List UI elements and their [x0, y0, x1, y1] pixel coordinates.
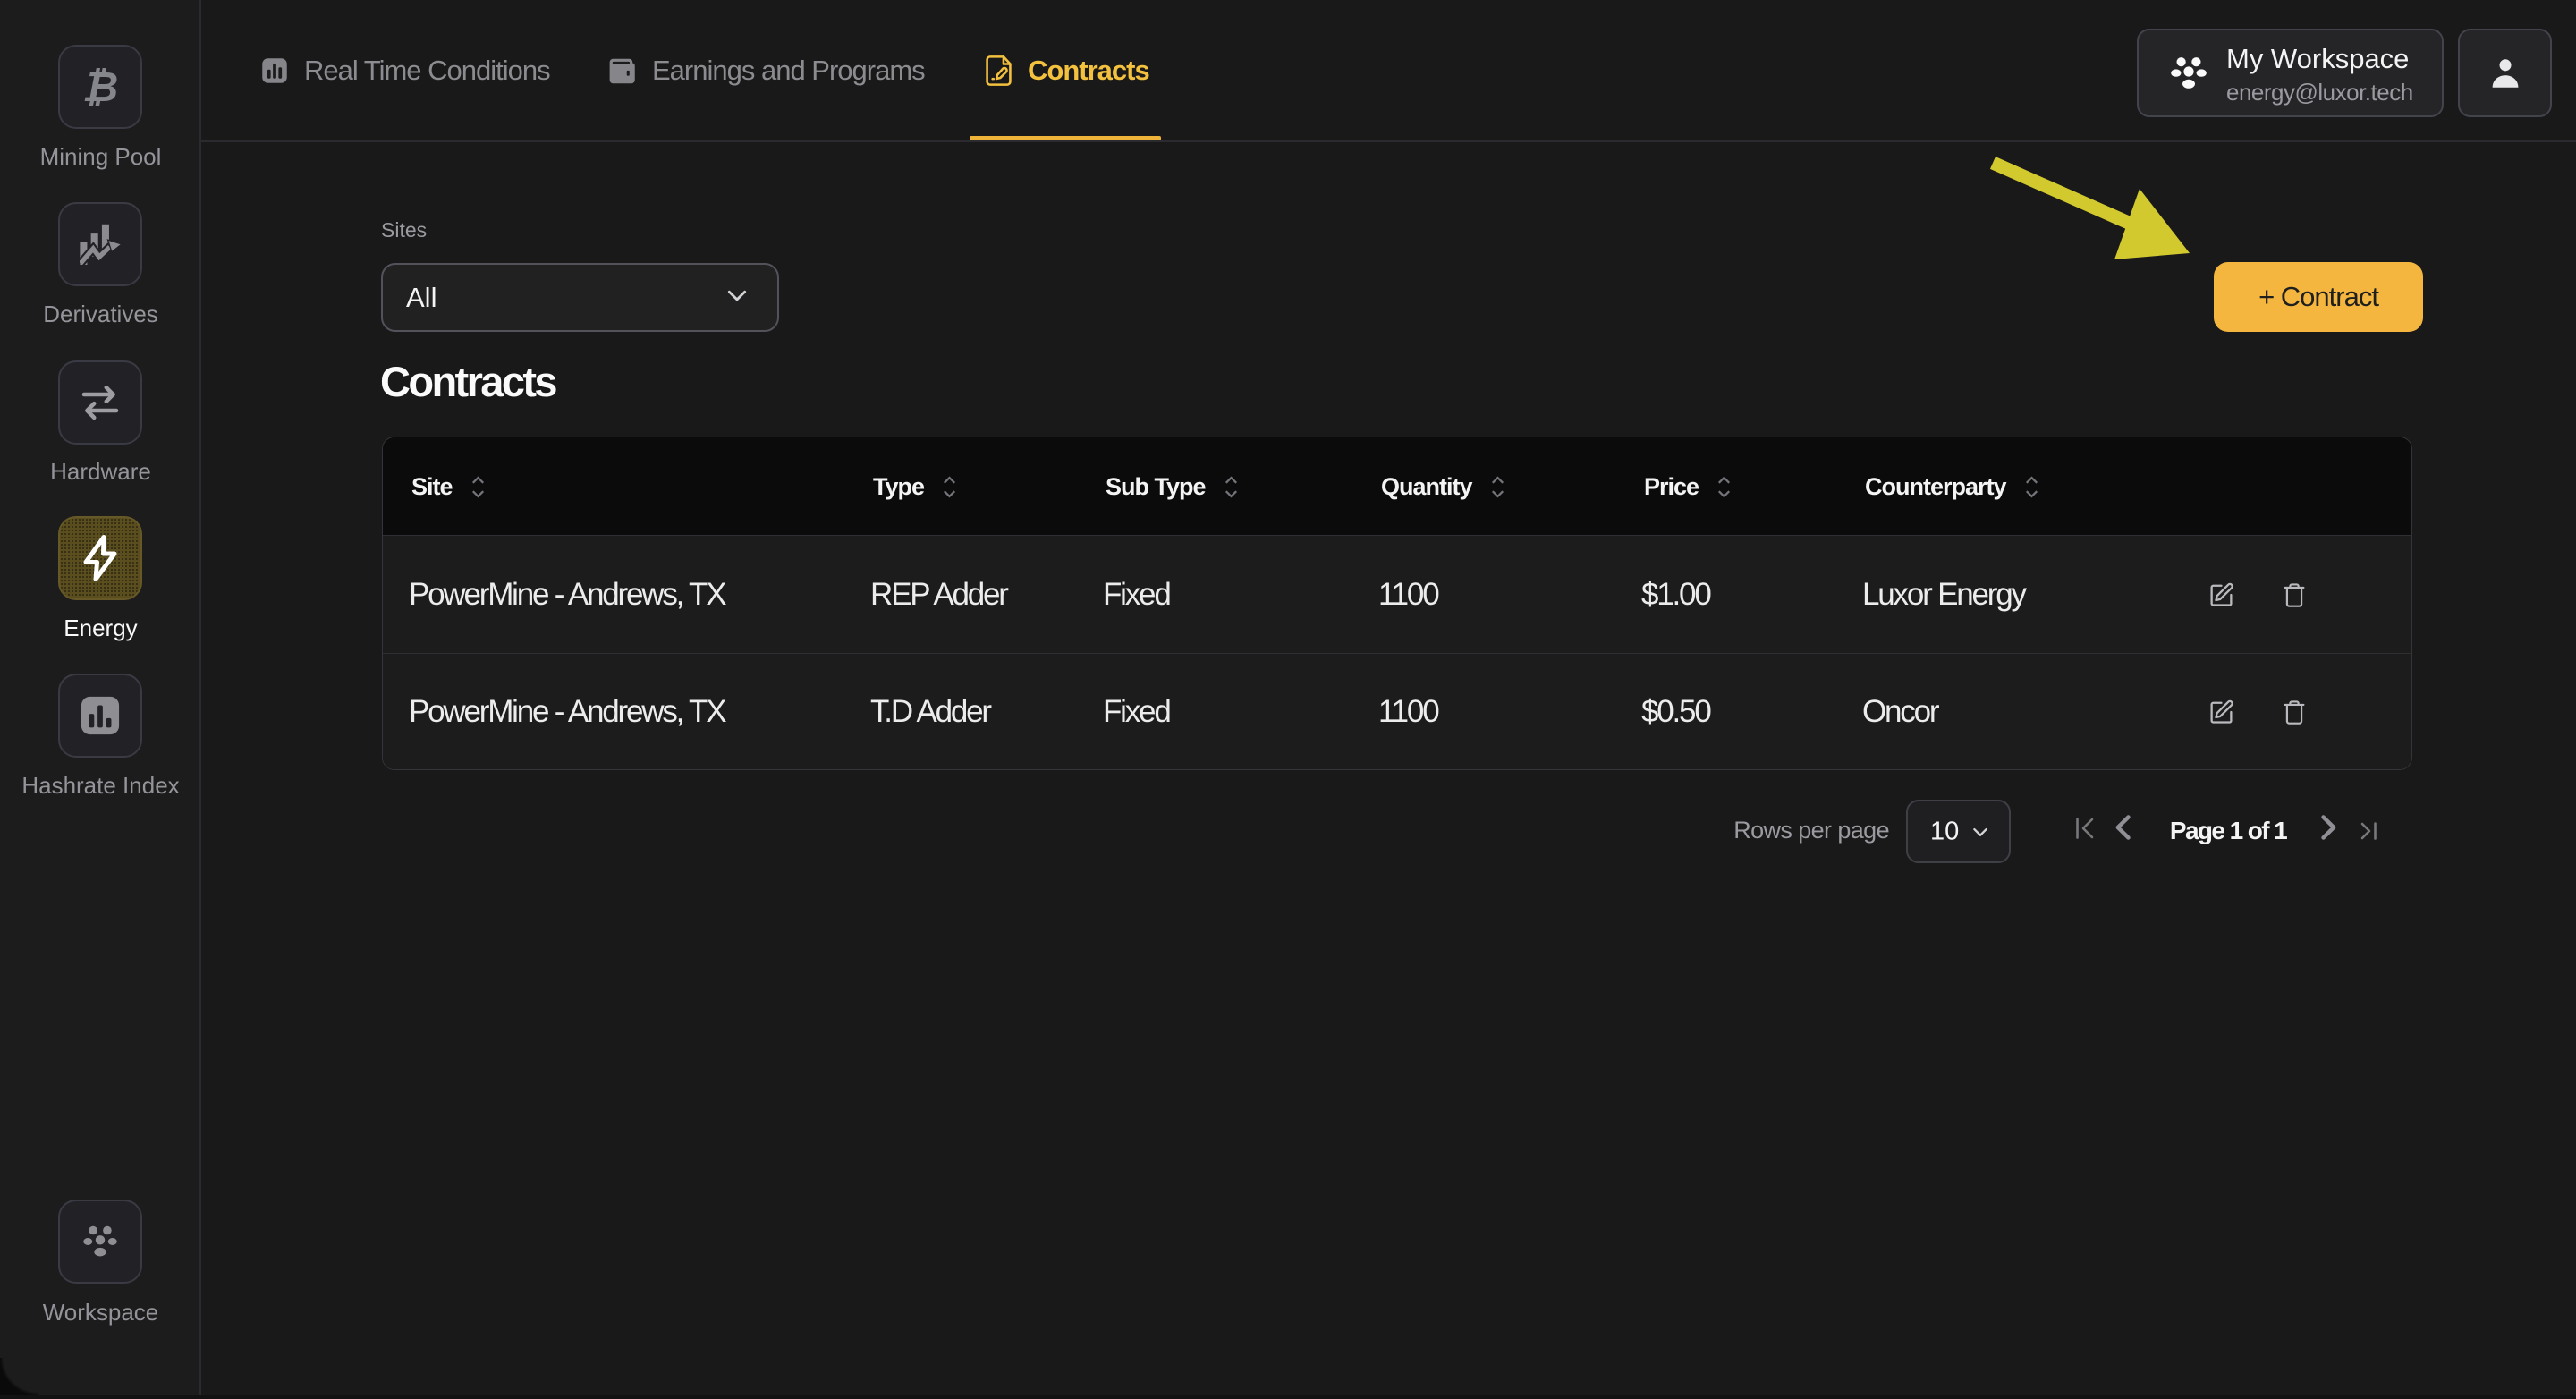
svg-text:₿: ₿ [82, 64, 118, 110]
